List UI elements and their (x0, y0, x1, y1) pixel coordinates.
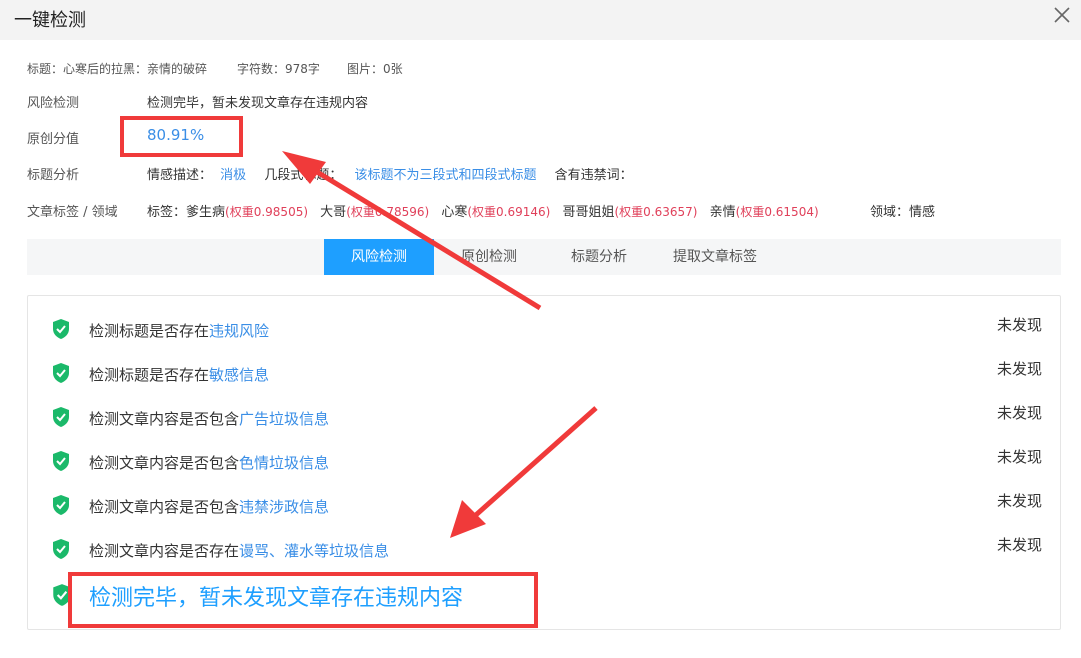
close-icon[interactable] (1051, 4, 1073, 26)
emotion-label: 情感描述： (147, 168, 213, 183)
tab-title-analysis[interactable]: 标题分析 (554, 239, 644, 275)
check-item: 检测文章内容是否存在谩骂、灌水等垃圾信息 未发现 (28, 536, 1062, 562)
tag-name: 大哥 (320, 205, 347, 220)
banned-label: 含有违禁词： (554, 168, 633, 183)
tag-weight: (权重0.78596) (346, 205, 430, 219)
check-text: 检测标题是否存在 (89, 366, 210, 384)
check-highlight: 违规风险 (209, 322, 270, 340)
tag-name: 爹生病 (186, 205, 226, 220)
check-item: 检测文章内容是否包含广告垃圾信息 未发现 (28, 404, 1062, 430)
domain-value: 领域：情感 (870, 205, 936, 220)
check-status: 未发现 (996, 448, 1042, 466)
check-highlight: 敏感信息 (209, 366, 270, 384)
tab-bar: 风险检测 原创检测 标题分析 提取文章标签 (27, 239, 1061, 275)
meta-images: 图片：0张 (347, 62, 403, 76)
meta-title: 标题：心寒后的拉黑：亲情的破碎 (27, 62, 208, 76)
annotation-box-result (68, 572, 538, 628)
shield-check-icon (53, 539, 69, 559)
format-value: 该标题不为三段式和四段式标题 (354, 168, 537, 183)
check-status: 未发现 (996, 492, 1042, 510)
check-status: 未发现 (996, 536, 1042, 554)
tab-risk-check[interactable]: 风险检测 (324, 239, 434, 275)
original-label: 原创分值 (27, 132, 80, 147)
tag-name: 哥哥姐姐 (562, 205, 615, 220)
meta-chars: 字符数：978字 (237, 62, 320, 76)
check-highlight: 广告垃圾信息 (239, 410, 330, 428)
dialog-title: 一键检测 (14, 10, 86, 31)
check-text: 检测文章内容是否包含 (89, 454, 240, 472)
check-item: 检测标题是否存在违规风险 未发现 (28, 316, 1062, 342)
tag-weight: (权重0.69146) (467, 205, 551, 219)
check-text: 检测文章内容是否包含 (89, 498, 240, 516)
check-highlight: 谩骂、灌水等垃圾信息 (239, 542, 390, 560)
shield-check-icon (53, 451, 69, 471)
tags-values: 标签：爹生病(权重0.98505) 大哥(权重0.78596) 心寒(权重0.6… (147, 201, 819, 220)
tag-weight: (权重0.98505) (225, 205, 309, 219)
annotation-box-score (120, 116, 243, 157)
tag-weight: (权重0.61504) (735, 205, 819, 219)
check-status: 未发现 (996, 404, 1042, 422)
check-item: 检测文章内容是否包含色情垃圾信息 未发现 (28, 448, 1062, 474)
check-status: 未发现 (996, 360, 1042, 378)
format-label: 几段式标题： (264, 168, 343, 183)
check-status: 未发现 (996, 316, 1042, 334)
check-highlight: 色情垃圾信息 (239, 454, 330, 472)
check-text: 检测文章内容是否存在 (89, 542, 240, 560)
shield-check-icon (53, 363, 69, 383)
check-highlight: 违禁涉政信息 (239, 498, 330, 516)
tab-original-check[interactable]: 原创检测 (444, 239, 534, 275)
shield-check-icon (53, 407, 69, 427)
shield-check-icon (53, 319, 69, 339)
dialog-titlebar: 一键检测 (0, 0, 1081, 40)
title-analysis-label: 标题分析 (27, 168, 80, 183)
check-text: 检测文章内容是否包含 (89, 410, 240, 428)
tag-weight: (权重0.63657) (614, 205, 698, 219)
check-item: 检测文章内容是否包含违禁涉政信息 未发现 (28, 492, 1062, 518)
title-analysis-values: 情感描述： 消极 几段式标题： 该标题不为三段式和四段式标题 含有违禁词： (147, 164, 633, 183)
emotion-value: 消极 (220, 168, 247, 183)
tags-label: 文章标签 / 领域 (27, 205, 118, 220)
tags-prefix: 标签： (147, 205, 187, 220)
tab-extract-tags[interactable]: 提取文章标签 (660, 239, 770, 275)
check-text: 检测标题是否存在 (89, 322, 210, 340)
shield-check-icon (53, 495, 69, 515)
risk-value: 检测完毕，暂未发现文章存在违规内容 (147, 96, 369, 111)
tag-name: 心寒 (441, 205, 468, 220)
risk-label: 风险检测 (27, 96, 80, 111)
check-item: 检测标题是否存在敏感信息 未发现 (28, 360, 1062, 386)
tag-name: 亲情 (709, 205, 736, 220)
